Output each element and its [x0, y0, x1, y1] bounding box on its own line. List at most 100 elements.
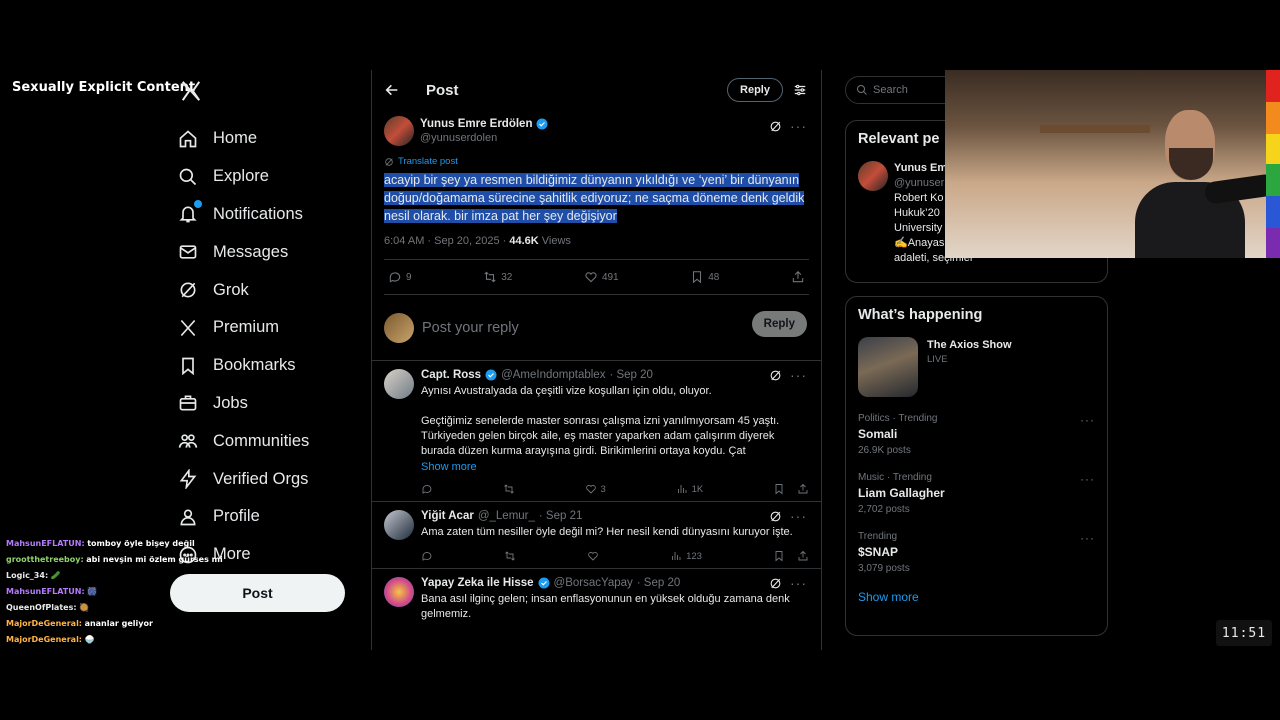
like-action[interactable]: 491 [584, 270, 619, 284]
nav-grok[interactable]: Grok [176, 271, 309, 309]
more-options-icon[interactable]: ··· [1080, 413, 1095, 427]
share-icon[interactable] [797, 550, 809, 562]
author-info: Yunus Emre Erdölen @yunuserdolen [420, 118, 548, 144]
author-name-row[interactable]: Yunus Emre Erdölen [420, 118, 548, 130]
trend-item[interactable]: Trending $SNAP 3,079 posts ··· [858, 531, 1095, 574]
nav-messages[interactable]: Messages [176, 233, 309, 271]
reply-date: · Sep 21 [538, 510, 583, 522]
reply-submit-button[interactable]: Reply [751, 311, 807, 337]
share-action[interactable] [791, 270, 805, 284]
author-handle: @BorsacYapay [553, 577, 633, 589]
repost-action[interactable]: 32 [483, 270, 512, 284]
nav-jobs[interactable]: Jobs [176, 385, 309, 423]
trend-name: Liam Gallagher [858, 486, 945, 500]
tweet-stats: 9 32 491 48 [384, 260, 809, 295]
views-action[interactable]: 123 [670, 550, 702, 562]
webcam-person [1125, 100, 1266, 258]
reply-tweet[interactable]: Yapay Zeka ile Hisse @BorsacYapay · Sep … [372, 569, 821, 628]
nav-profile[interactable]: Profile [176, 498, 309, 536]
stream-chat-overlay: MahsunEFLATUN: tomboy öyle bişey değil g… [6, 536, 223, 648]
show-more-link[interactable]: Show more [421, 461, 809, 473]
views-label: Views [538, 235, 571, 247]
trend-item[interactable]: Politics · Trending Somali 26.9K posts ·… [858, 413, 1095, 456]
grok-icon [176, 278, 200, 302]
more-options-icon[interactable]: ··· [1080, 531, 1095, 545]
nav-label: Profile [213, 507, 260, 526]
author-name[interactable]: Yiğit Acar [421, 510, 474, 522]
reply-button-top[interactable]: Reply [727, 78, 783, 102]
more-options-icon[interactable]: ··· [790, 576, 807, 590]
comment-icon [422, 485, 432, 494]
reply-top-actions: ··· [769, 509, 807, 523]
reply-text: Ama zaten tüm nesiller öyle değil mi? He… [421, 526, 793, 538]
grok-icon[interactable] [769, 577, 782, 590]
avatar[interactable] [384, 116, 414, 146]
views-action[interactable]: 1K [676, 483, 703, 495]
bookmark-icon [176, 354, 200, 378]
tweet-top-actions: ··· [769, 118, 807, 134]
like-action[interactable] [587, 550, 599, 562]
chat-username: grootthetreeboy: [6, 555, 84, 564]
trend-category: Trending [858, 531, 898, 542]
chat-message: grootthetreeboy: abi nevşin mi özlem gür… [6, 552, 223, 568]
chat-text: abi nevşin mi özlem gürses mi [86, 555, 223, 564]
avatar[interactable] [384, 577, 414, 607]
reply-tweet[interactable]: Capt. Ross @AmeIndomptablex · Sep 20 Ayn… [372, 361, 821, 502]
verified-badge-icon [538, 577, 550, 589]
reply-tweet[interactable]: Yiğit Acar @_Lemur_ · Sep 21 Ama zaten t… [372, 502, 821, 569]
nav-home[interactable]: Home [176, 120, 309, 158]
grok-icon[interactable] [769, 120, 782, 133]
reply-action[interactable] [421, 483, 433, 495]
nav-communities[interactable]: Communities [176, 422, 309, 460]
selected-text: acayip bir şey ya resmen bildiğimiz düny… [384, 173, 805, 223]
avatar[interactable] [384, 510, 414, 540]
bookmark-icon[interactable] [773, 483, 785, 495]
chat-text: 🥒 [50, 571, 61, 580]
author-name: Yunus Emre Erdölen [420, 118, 533, 130]
reply-action[interactable] [421, 550, 433, 562]
x-logo-icon[interactable] [180, 80, 202, 102]
grok-icon[interactable] [769, 369, 782, 382]
bookmark-icon[interactable] [773, 550, 785, 562]
avatar [384, 312, 414, 343]
comment-icon [422, 552, 432, 561]
more-options-icon[interactable]: ··· [1080, 472, 1095, 486]
like-action[interactable]: 3 [585, 483, 606, 495]
translate-link[interactable]: Translate post [384, 156, 809, 167]
nav-verified-orgs[interactable]: Verified Orgs [176, 460, 309, 498]
tweet-author: Yunus Emre Erdölen @yunuserdolen [384, 116, 809, 146]
trend-item[interactable]: Music · Trending Liam Gallagher 2,702 po… [858, 472, 1095, 515]
nav-bookmarks[interactable]: Bookmarks [176, 347, 309, 385]
more-options-icon[interactable]: ··· [790, 509, 807, 523]
chat-message: MajorDeGeneral: ananlar geliyor [6, 616, 223, 632]
avatar[interactable] [858, 161, 888, 191]
trend-category: Politics · Trending [858, 413, 938, 424]
tweet-time[interactable]: 6:04 AM · Sep 20, 2025 · [384, 235, 509, 247]
nav-premium[interactable]: Premium [176, 309, 309, 347]
repost-action[interactable] [503, 483, 515, 495]
author-name[interactable]: Capt. Ross [421, 369, 481, 381]
repost-icon [505, 551, 515, 561]
nav-explore[interactable]: Explore [176, 158, 309, 196]
repost-action[interactable] [504, 550, 516, 562]
reply-top-actions: ··· [769, 576, 807, 590]
nav-label: Communities [213, 431, 310, 450]
grok-icon[interactable] [769, 510, 782, 523]
back-arrow-icon[interactable] [384, 82, 400, 98]
more-options-icon[interactable]: ··· [790, 118, 807, 134]
sliders-icon[interactable] [793, 83, 807, 97]
primary-nav: Home Explore Notifications Messages Grok… [176, 120, 309, 574]
reply-action[interactable]: 9 [388, 270, 412, 284]
nav-notifications[interactable]: Notifications [176, 196, 309, 234]
more-options-icon[interactable]: ··· [790, 368, 807, 382]
share-icon[interactable] [797, 483, 809, 495]
author-name[interactable]: Yapay Zeka ile Hisse [421, 577, 534, 589]
post-header: Post Reply [372, 70, 821, 110]
bookmark-action[interactable]: 48 [690, 270, 719, 284]
reply-input[interactable]: Post your reply [422, 320, 519, 336]
show-more-link[interactable]: Show more [858, 590, 1095, 604]
chat-username: MajorDeGeneral: [6, 619, 83, 628]
reply-date: · Sep 20 [636, 577, 681, 589]
avatar[interactable] [384, 369, 414, 399]
live-event[interactable]: The Axios Show LIVE [858, 337, 1095, 397]
